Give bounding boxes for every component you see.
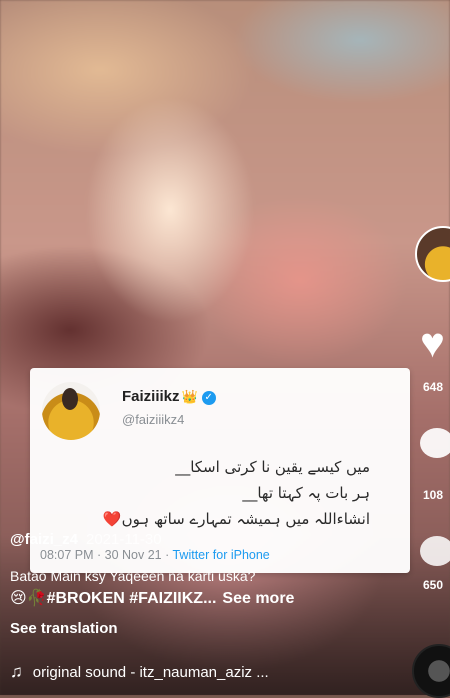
share-icon[interactable] — [420, 536, 450, 566]
tweet-author-name: Faiziiikz — [122, 388, 180, 405]
like-count: 648 — [423, 380, 444, 394]
comment-count: 108 — [423, 488, 444, 502]
tweet-text: میں کیسے یقین نا کرتی اسکا__ ہر بات پہ ک… — [103, 454, 370, 532]
hashtags-text[interactable]: 😢🥀#BROKEN #FAIZIIKZ... — [10, 590, 216, 607]
see-more-link[interactable]: See more — [222, 590, 294, 607]
tweet-handle: @faiziiikz4 — [122, 412, 185, 427]
music-note-icon: ♫ — [10, 662, 23, 681]
tweet-time: 08:07 PM · 30 Nov 21 · — [40, 548, 173, 562]
tweet-meta: 08:07 PM · 30 Nov 21 · Twitter for iPhon… — [40, 548, 270, 562]
heart-icon[interactable]: ♥ — [420, 322, 445, 364]
sound-row[interactable]: ♫ original sound - itz_nauman_aziz ... — [10, 662, 269, 682]
verified-badge-icon: ✓ — [201, 391, 216, 405]
post-caption: Batao Main ksy Yaqeeen na karti uska? — [10, 568, 256, 584]
tweet-avatar — [42, 382, 100, 440]
comment-icon[interactable] — [420, 428, 450, 458]
tweet-author: Faiziiikz 👑 ✓ — [122, 388, 216, 405]
see-translation-link[interactable]: See translation — [10, 620, 118, 637]
post-hashtags: 😢🥀#BROKEN #FAIZIIKZ... See more — [10, 588, 294, 608]
share-count: 650 — [423, 578, 444, 592]
crown-emoji-icon: 👑 — [181, 389, 198, 404]
tweet-source: Twitter for iPhone — [172, 548, 270, 562]
post-date: 2021-11-30 — [85, 531, 162, 548]
tweet-line: ہر بات پہ کہتا تھا__ — [242, 484, 370, 502]
tweet-line: انشاءاللہ میں ہمیشہ تمہارے ساتھ ہوں❤️ — [102, 510, 370, 528]
post-author[interactable]: @faizi_z4 2021-11-30 — [10, 531, 162, 548]
sound-name[interactable]: original sound - itz_nauman_aziz ... — [33, 664, 269, 681]
tweet-line: میں کیسے یقین نا کرتی اسکا__ — [175, 458, 370, 476]
author-handle[interactable]: @faizi_z4 — [10, 531, 78, 548]
